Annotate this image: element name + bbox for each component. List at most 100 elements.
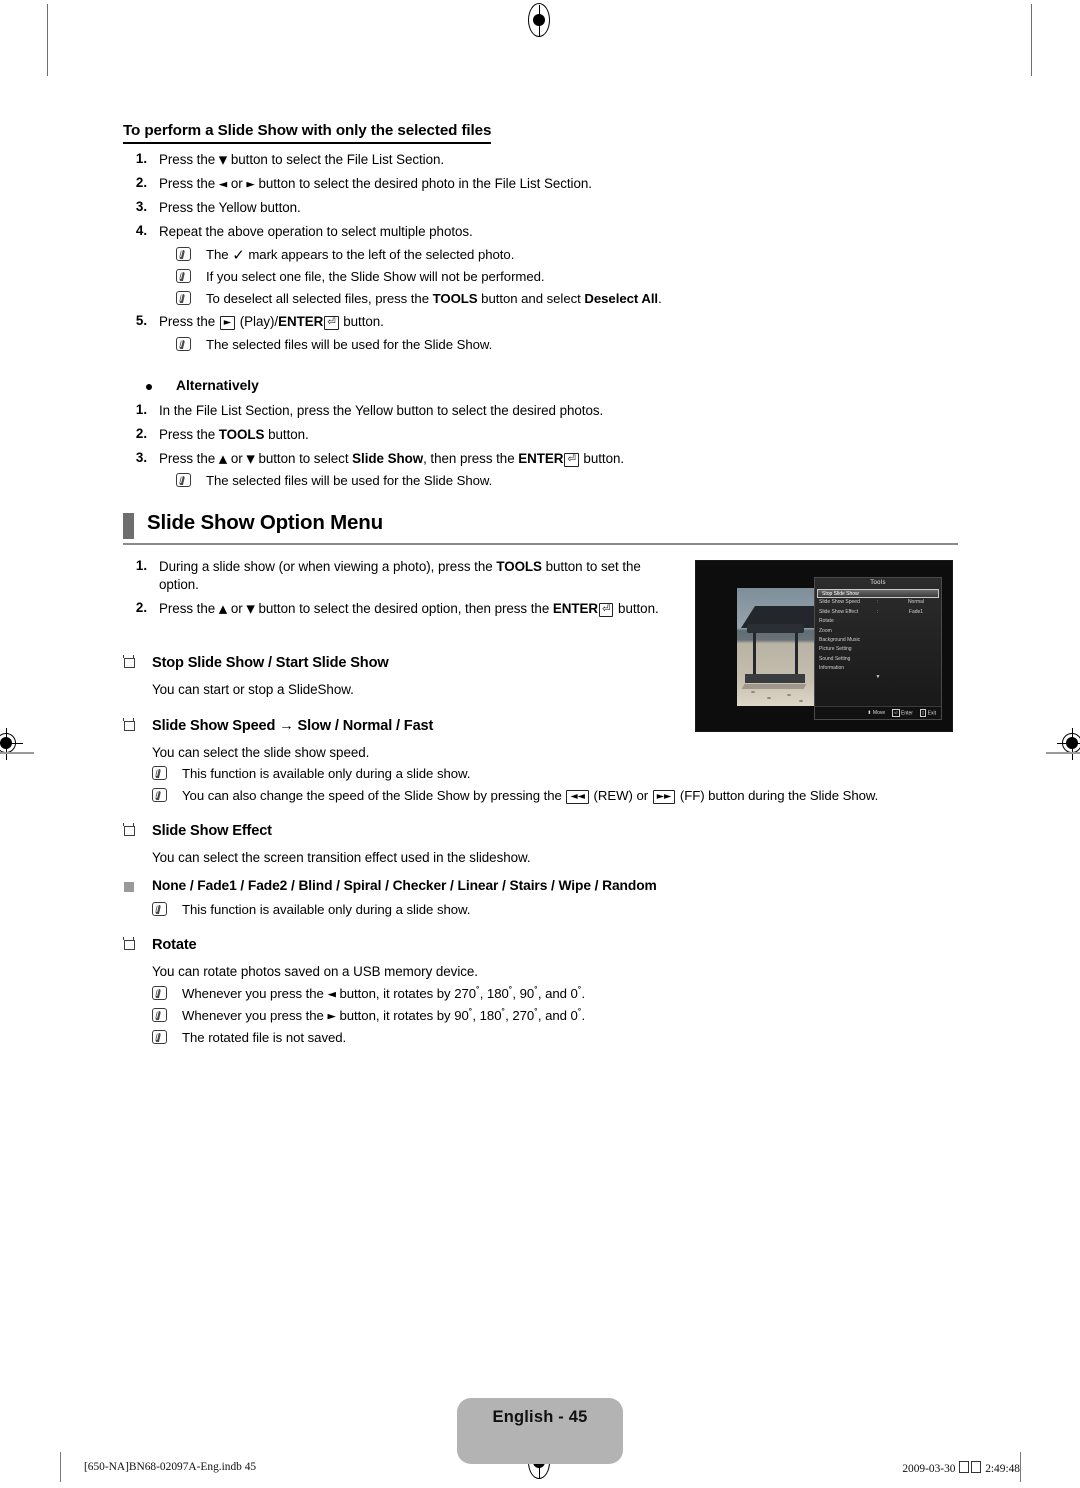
note-text: The selected files will be used for the … bbox=[206, 473, 493, 488]
effect-options-list: None / Fade1 / Fade2 / Blind / Spiral / … bbox=[124, 878, 657, 893]
note-pencil-icon bbox=[152, 1030, 167, 1044]
note-text: The selected files will be used for the … bbox=[206, 337, 493, 352]
section-heading-rotate: Rotate bbox=[123, 937, 197, 953]
note-item: Whenever you press the ► button, it rota… bbox=[152, 1007, 912, 1024]
note-pencil-icon bbox=[152, 986, 167, 1000]
list-text: Press the ◄ or ► button to select the de… bbox=[159, 176, 592, 191]
list-number: 2. bbox=[135, 426, 147, 441]
missing-glyph-icon bbox=[971, 1461, 982, 1473]
list-number: 3. bbox=[135, 450, 147, 465]
note-text: To deselect all selected files, press th… bbox=[206, 291, 662, 306]
tools-menu-item-stop-slide-show[interactable]: Stop Slide Show bbox=[817, 589, 939, 599]
checkbox-bullet-icon bbox=[123, 823, 135, 836]
updown-arrows-icon: ⬍ bbox=[867, 710, 872, 716]
alternatively-heading: Alternatively bbox=[140, 378, 259, 393]
tools-menu-title: Tools bbox=[870, 580, 886, 586]
list-item: 1. During a slide show (or when viewing … bbox=[123, 558, 683, 594]
note-item: The ✓ mark appears to the left of the se… bbox=[176, 246, 936, 266]
list-text: Press the ► (Play)/ENTER ⏎ button. bbox=[159, 314, 384, 330]
note-text: The ✓ mark appears to the left of the se… bbox=[206, 246, 515, 264]
section-heading-label: Slide Show Effect bbox=[152, 823, 272, 839]
section-heading-label: Stop Slide Show / Start Slide Show bbox=[152, 655, 389, 671]
note-pencil-icon bbox=[152, 902, 167, 916]
scroll-down-arrow-icon[interactable]: ▼ bbox=[815, 674, 941, 681]
crop-mark bbox=[1031, 4, 1032, 76]
note-text: The rotated file is not saved. bbox=[182, 1030, 347, 1045]
tools-menu-item-rotate[interactable]: Rotate bbox=[815, 617, 941, 626]
heading-rule bbox=[123, 543, 958, 546]
list-number: 2. bbox=[135, 175, 147, 190]
tools-menu-item-information[interactable]: Information bbox=[815, 664, 941, 673]
footer-filename: [650-NA]BN68-02097A-Eng.indb 45 bbox=[84, 1461, 257, 1473]
list-text: Press the Yellow button. bbox=[159, 200, 301, 215]
heading-accent-block bbox=[123, 513, 134, 539]
tv-screenshot: Tools Stop Slide Show Slide Show Speed :… bbox=[695, 560, 953, 732]
note-pencil-icon bbox=[176, 247, 191, 261]
note-text: This function is available only during a… bbox=[182, 902, 471, 917]
page-number-badge: English - 45 bbox=[457, 1398, 623, 1464]
list-text: Press the TOOLS button. bbox=[159, 427, 309, 442]
note-item: To deselect all selected files, press th… bbox=[176, 290, 936, 307]
list-number: 4. bbox=[135, 223, 147, 238]
page-number-label: English - 45 bbox=[492, 1408, 588, 1426]
footer-date: 2009-03-30 bbox=[902, 1463, 956, 1475]
list-text: In the File List Section, press the Yell… bbox=[159, 403, 604, 418]
document-page: To perform a Slide Show with only the se… bbox=[0, 0, 1080, 1488]
tools-menu-list[interactable]: Stop Slide Show Slide Show Speed : Norma… bbox=[815, 589, 941, 674]
note-text: If you select one file, the Slide Show w… bbox=[206, 269, 545, 284]
list-number: 3. bbox=[135, 199, 147, 214]
section-title-selected-files: To perform a Slide Show with only the se… bbox=[123, 122, 491, 144]
crop-mark bbox=[0, 752, 34, 754]
note-pencil-icon bbox=[176, 269, 191, 283]
note-item: Whenever you press the ◄ button, it rota… bbox=[152, 985, 912, 1002]
enter-hint: ⏎ Enter bbox=[892, 709, 913, 717]
bullet-dot-icon bbox=[146, 384, 152, 390]
list-text: Repeat the above operation to select mul… bbox=[159, 224, 473, 239]
section-body: You can start or stop a SlideShow. bbox=[152, 682, 354, 697]
heading-title: Slide Show Option Menu bbox=[147, 511, 383, 534]
tools-menu-item-slide-show-effect[interactable]: Slide Show Effect : Fade1 bbox=[815, 608, 941, 617]
note-text: Whenever you press the ► button, it rota… bbox=[182, 1008, 586, 1023]
note-pencil-icon bbox=[152, 766, 167, 780]
footer-rule bbox=[1020, 1452, 1021, 1482]
missing-glyph-icon bbox=[959, 1461, 970, 1473]
checkbox-bullet-icon bbox=[123, 655, 135, 668]
play-button-icon: ► bbox=[219, 316, 236, 330]
list-item: 2. Press the ◄ or ► button to select the… bbox=[123, 175, 923, 193]
list-item: 3. Press the Yellow button. bbox=[123, 199, 923, 217]
note-item: The selected files will be used for the … bbox=[176, 336, 936, 353]
list-text: Press the ▲ or ▼ button to select the de… bbox=[159, 601, 659, 617]
list-number: 1. bbox=[135, 558, 147, 573]
registration-mark-top-icon bbox=[528, 3, 551, 37]
note-pencil-icon bbox=[176, 291, 191, 305]
tools-menu-item-zoom[interactable]: Zoom bbox=[815, 627, 941, 636]
enter-key-icon: ⏎ bbox=[892, 709, 900, 717]
tools-menu-item-background-music[interactable]: Background Music bbox=[815, 636, 941, 645]
move-hint: ⬍ Move bbox=[867, 710, 886, 716]
list-item: 3. Press the ▲ or ▼ button to select Sli… bbox=[123, 450, 923, 468]
section-body: You can select the screen transition eff… bbox=[152, 850, 531, 865]
exit-hint: ▯ Exit bbox=[919, 709, 936, 717]
note-item: If you select one file, the Slide Show w… bbox=[176, 268, 936, 285]
square-bullet-icon bbox=[124, 882, 134, 892]
footer-timestamp: 2009-03-30 2:49:48 bbox=[902, 1461, 1020, 1475]
tools-menu-footer: ⬍ Move ⏎ Enter ▯ Exit bbox=[815, 706, 941, 719]
note-text: Whenever you press the ◄ button, it rota… bbox=[182, 986, 586, 1001]
crop-mark bbox=[47, 4, 48, 76]
enter-key-icon: ⏎ bbox=[324, 316, 339, 330]
note-item: The rotated file is not saved. bbox=[152, 1029, 912, 1046]
list-item: 1. Press the ▼ button to select the File… bbox=[123, 151, 923, 169]
note-item: This function is available only during a… bbox=[152, 901, 912, 918]
note-pencil-icon bbox=[152, 788, 167, 802]
note-item: You can also change the speed of the Sli… bbox=[152, 787, 952, 804]
effect-options-label: None / Fade1 / Fade2 / Blind / Spiral / … bbox=[152, 878, 657, 893]
list-number: 1. bbox=[135, 151, 147, 166]
list-text: Press the ▼ button to select the File Li… bbox=[159, 152, 445, 167]
enter-key-icon: ⏎ bbox=[599, 603, 614, 617]
tools-menu-item-picture-setting[interactable]: Picture Setting bbox=[815, 645, 941, 654]
alternatively-label: Alternatively bbox=[176, 378, 259, 393]
crop-mark bbox=[1046, 752, 1080, 754]
tools-menu-item-slide-show-speed[interactable]: Slide Show Speed : Normal bbox=[815, 598, 941, 607]
note-item: This function is available only during a… bbox=[152, 765, 942, 782]
tools-menu-item-sound-setting[interactable]: Sound Setting bbox=[815, 655, 941, 664]
